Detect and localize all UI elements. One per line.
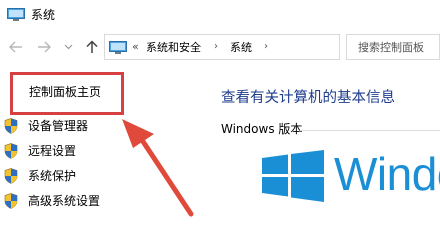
search-box[interactable] xyxy=(346,34,440,60)
system-window: 系统 « 系统和安全 › 系统 › 搜索控制面板 控制面板主页 设备管理器 远程… xyxy=(0,0,440,252)
uac-shield-icon xyxy=(4,193,18,209)
sidebar-item-label[interactable]: 设备管理器 xyxy=(28,117,88,135)
up-button[interactable] xyxy=(84,34,100,60)
breadcrumb-separator-icon[interactable]: › xyxy=(264,39,268,55)
computer-monitor-icon xyxy=(109,40,127,54)
computer-monitor-icon xyxy=(7,7,25,21)
chevron-down-icon xyxy=(64,44,73,50)
breadcrumb-separator-icon[interactable]: › xyxy=(214,39,218,55)
sidebar-item-label[interactable]: 系统保护 xyxy=(28,167,76,185)
uac-shield-icon xyxy=(4,118,18,134)
arrow-right-icon xyxy=(37,41,51,53)
windows-logo-icon xyxy=(262,150,324,202)
page-heading: 查看有关计算机的基本信息 xyxy=(221,90,395,106)
arrow-up-icon xyxy=(86,40,98,54)
sidebar-item-advanced-system-settings[interactable]: 高级系统设置 xyxy=(4,191,124,211)
control-panel-home-link[interactable]: 控制面板主页 xyxy=(29,83,101,101)
breadcrumb-system-security[interactable]: 系统和安全 xyxy=(146,40,201,55)
sidebar-item-label[interactable]: 高级系统设置 xyxy=(28,192,100,210)
recent-locations-button[interactable] xyxy=(62,34,74,60)
uac-shield-icon xyxy=(4,143,18,159)
windows-edition-label: Windows 版本 xyxy=(221,122,303,136)
uac-shield-icon xyxy=(4,168,18,184)
arrow-left-icon xyxy=(9,41,23,53)
address-overflow-marker[interactable]: « xyxy=(132,39,139,55)
search-input[interactable] xyxy=(347,35,439,59)
forward-button[interactable] xyxy=(36,34,52,60)
home-link-highlight: 控制面板主页 xyxy=(10,72,124,115)
sidebar-item-device-manager[interactable]: 设备管理器 xyxy=(4,116,124,136)
sidebar-item-remote-settings[interactable]: 远程设置 xyxy=(4,141,124,161)
title-bar: 系统 xyxy=(0,0,440,30)
address-bar[interactable]: « 系统和安全 › 系统 › xyxy=(104,34,436,60)
window-title: 系统 xyxy=(31,8,56,22)
breadcrumb-system[interactable]: 系统 xyxy=(230,40,252,55)
back-button[interactable] xyxy=(8,34,24,60)
windows-brand-text: Windo xyxy=(334,148,440,200)
sidebar-item-label[interactable]: 远程设置 xyxy=(28,142,76,160)
sidebar-item-system-protection[interactable]: 系统保护 xyxy=(4,166,124,186)
section-divider xyxy=(300,130,440,131)
